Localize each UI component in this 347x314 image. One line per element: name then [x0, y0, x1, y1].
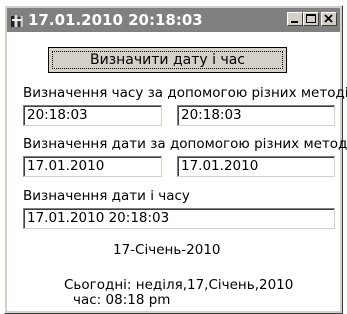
minimize-icon [291, 21, 298, 23]
window-title: 17.01.2010 20:18:03 [28, 11, 203, 29]
time-section-label: Визначення часу за допомогою різних мето… [23, 85, 347, 101]
datetime-section-label: Визначення дати і часу [23, 188, 190, 204]
date-field-2[interactable]: 17.01.2010 [177, 156, 335, 177]
date-section-label: Визначення дати за допомогою різних мето… [23, 136, 347, 152]
today-text: Сьогодні: неділя,17,Січень,2010 [64, 277, 294, 293]
maximize-icon [306, 14, 316, 23]
maximize-button[interactable] [303, 12, 319, 26]
datetime-field[interactable]: 17.01.2010 20:18:03 [23, 208, 335, 229]
time-field-2[interactable]: 20:18:03 [177, 105, 335, 126]
title-bar[interactable]: 17.01.2010 20:18:03 [7, 8, 340, 32]
close-button[interactable] [321, 12, 337, 26]
app-icon[interactable] [10, 13, 24, 28]
form-body: Визначити дату і час Визначення часу за … [7, 32, 347, 311]
time-field-1[interactable]: 20:18:03 [23, 105, 162, 126]
date-field-1[interactable]: 17.01.2010 [23, 156, 162, 177]
determine-date-time-button[interactable]: Визначити дату і час [48, 47, 287, 73]
app-window: 17.01.2010 20:18:03 Визначити дату і час… [4, 5, 347, 314]
determine-date-time-label: Визначити дату і час [90, 52, 245, 68]
minimize-button[interactable] [287, 12, 303, 26]
time-text: час: 08:18 pm [73, 292, 171, 308]
close-icon [324, 14, 333, 23]
date-long-text: 17-Січень-2010 [113, 242, 221, 258]
